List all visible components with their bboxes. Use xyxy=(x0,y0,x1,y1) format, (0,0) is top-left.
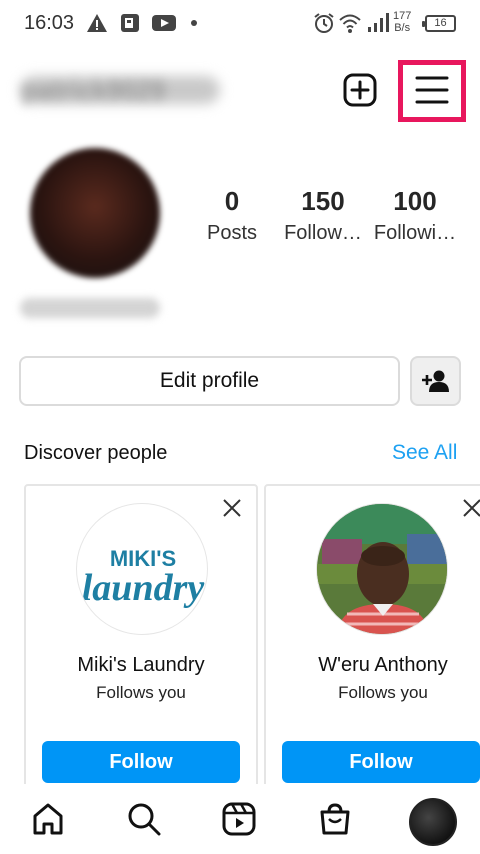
network-speed-unit: B/s xyxy=(394,22,411,34)
stat-following-label: Followi… xyxy=(373,222,457,244)
warning-icon xyxy=(87,14,107,32)
suggestion-avatar[interactable]: MIKI'S laundry xyxy=(76,503,208,635)
stat-posts-value: 0 xyxy=(224,186,240,216)
stat-posts[interactable]: 0 Posts xyxy=(187,186,277,245)
bottom-navigation xyxy=(0,784,480,854)
follow-button[interactable]: Follow xyxy=(42,741,240,783)
discover-title: Discover people xyxy=(24,442,168,464)
home-icon[interactable] xyxy=(31,802,65,836)
suggestion-subtitle: Follows you xyxy=(96,683,186,702)
stat-following[interactable]: 100 Followi… xyxy=(370,186,460,245)
edit-profile-button[interactable]: Edit profile xyxy=(19,356,400,406)
add-person-icon xyxy=(422,370,449,392)
stat-followers-value: 150 xyxy=(301,186,345,216)
close-icon[interactable] xyxy=(222,498,242,518)
person-photo xyxy=(317,504,447,634)
menu-icon[interactable] xyxy=(414,74,450,106)
stat-followers[interactable]: 150 Follow… xyxy=(278,186,368,245)
suggestion-card[interactable]: W'eru Anthony Follows you Follow xyxy=(264,484,480,804)
discover-people-button[interactable] xyxy=(410,356,461,406)
stat-posts-label: Posts xyxy=(206,222,258,244)
suggestion-card[interactable]: MIKI'S laundry Miki's Laundry Follows yo… xyxy=(24,484,258,804)
profile-full-name xyxy=(20,298,160,318)
stat-followers-label: Follow… xyxy=(284,222,362,244)
alarm-icon xyxy=(314,13,334,33)
app-notification-icon xyxy=(121,14,139,32)
wifi-icon xyxy=(339,14,361,33)
close-icon[interactable] xyxy=(462,498,480,518)
follow-button[interactable]: Follow xyxy=(282,741,480,783)
suggestion-subtitle: Follows you xyxy=(338,683,428,702)
search-icon[interactable] xyxy=(127,802,161,836)
network-speed: 177 B/s xyxy=(393,10,411,34)
profile-tab-avatar[interactable] xyxy=(409,798,457,846)
signal-icon xyxy=(368,13,389,32)
new-post-icon[interactable] xyxy=(343,73,377,107)
status-bar: 16:03 177 B/s 16 xyxy=(0,0,480,48)
username[interactable]: patrick9029 xyxy=(22,75,165,106)
shop-icon[interactable] xyxy=(318,802,352,836)
profile-avatar[interactable] xyxy=(30,148,160,278)
reels-icon[interactable] xyxy=(222,802,256,836)
suggestion-avatar[interactable] xyxy=(316,503,448,635)
see-all-link[interactable]: See All xyxy=(392,441,457,465)
dot-icon xyxy=(191,20,197,26)
mikis-laundry-logo: MIKI'S laundry xyxy=(82,546,205,609)
youtube-icon xyxy=(152,15,176,31)
suggestion-name[interactable]: Miki's Laundry xyxy=(26,654,256,677)
stat-following-value: 100 xyxy=(393,186,437,216)
suggestion-name[interactable]: W'eru Anthony xyxy=(266,654,480,677)
network-speed-value: 177 xyxy=(393,10,412,22)
battery-indicator: 16 xyxy=(422,15,456,32)
logo-text-bottom: laundry xyxy=(82,567,205,609)
status-time: 16:03 xyxy=(24,12,75,34)
